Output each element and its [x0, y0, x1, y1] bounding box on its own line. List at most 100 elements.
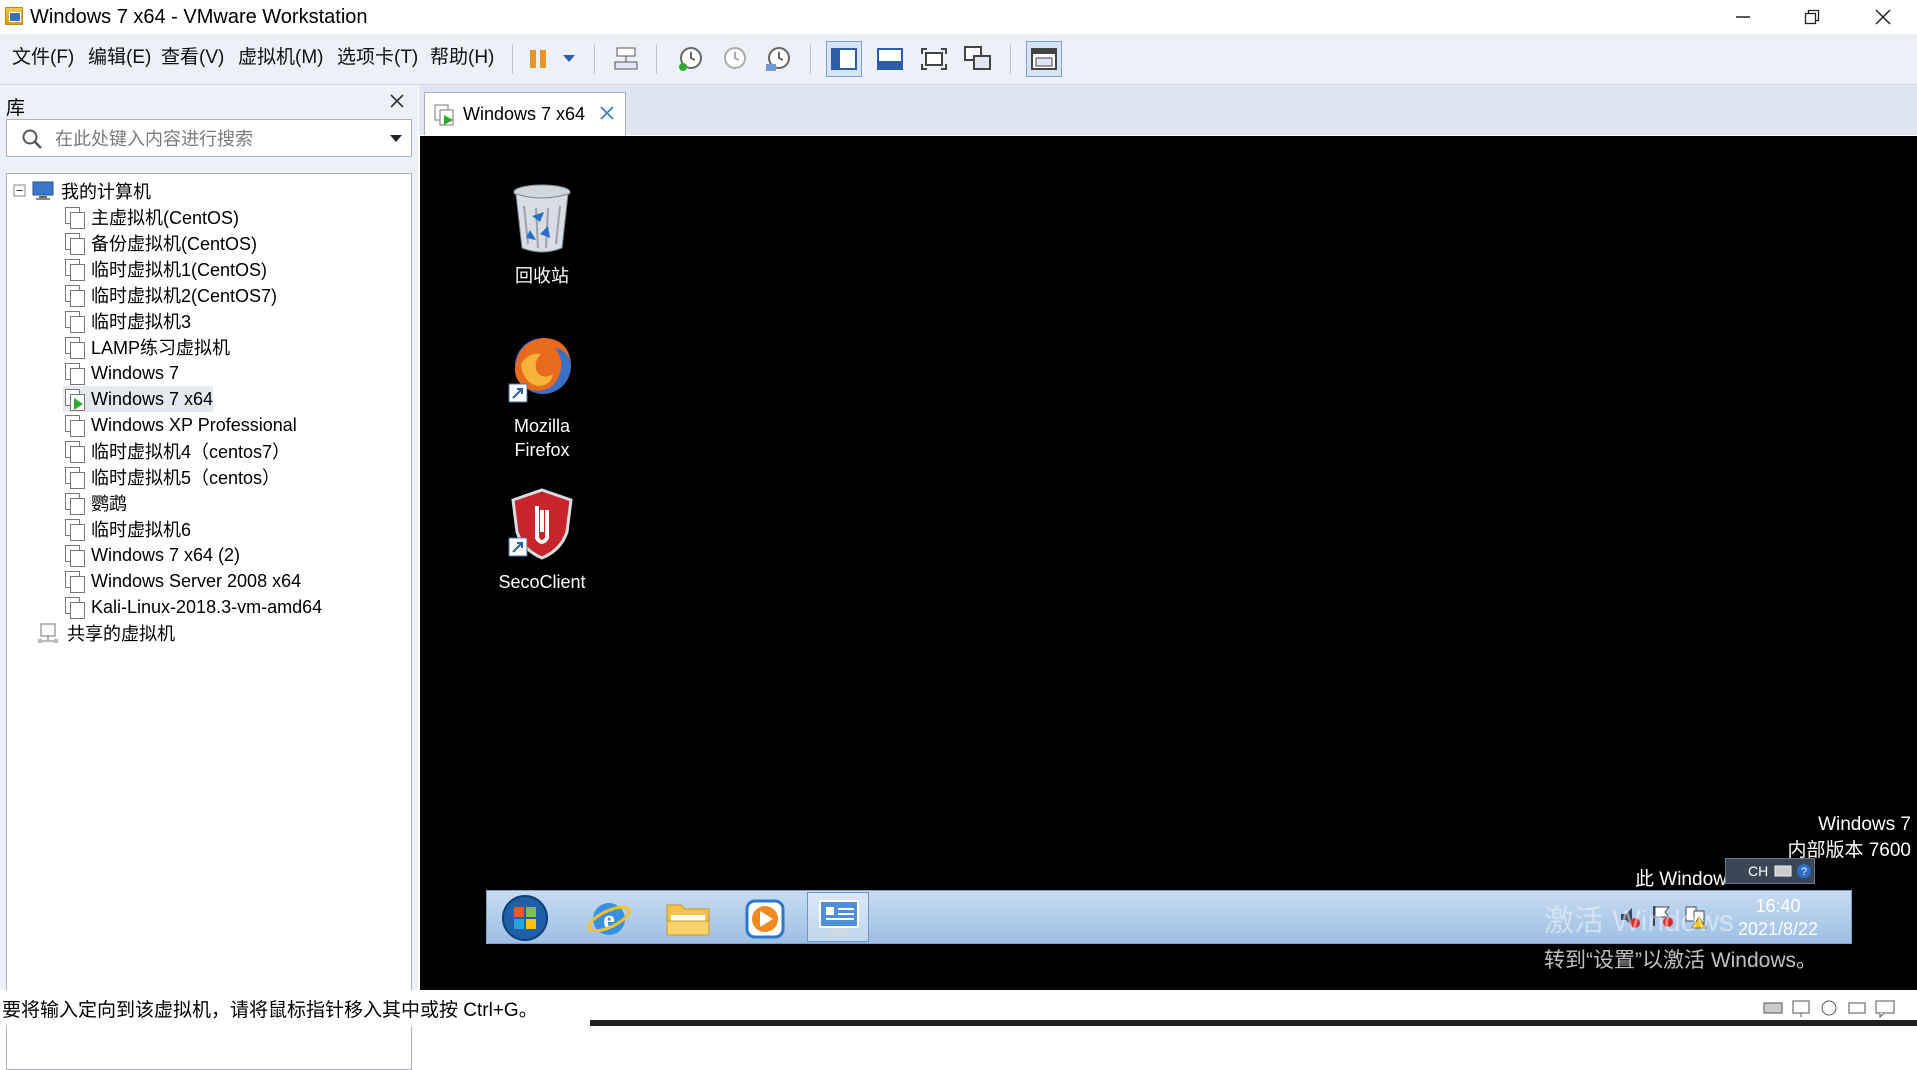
menu-view[interactable]: 查看(V): [161, 46, 224, 70]
menu-tabs[interactable]: 选项卡(T): [337, 46, 418, 70]
keyboard-icon: [1774, 865, 1792, 877]
tree-label: 临时虚拟机5（centos）: [91, 468, 281, 488]
recycle-bin-icon: [513, 184, 571, 253]
shared-vms-icon: [38, 623, 58, 643]
desktop-icon-secoclient[interactable]: SecoClient: [482, 488, 602, 594]
tree-node-shared-vms[interactable]: 共享的虚拟机: [37, 620, 175, 646]
tree-label: 临时虚拟机6: [91, 520, 192, 540]
show-library-button[interactable]: [826, 41, 862, 77]
internet-explorer-icon[interactable]: e: [585, 895, 633, 941]
taskbar-clock[interactable]: 16:40 2021/8/22: [1723, 895, 1833, 941]
tree-label: Windows XP Professional: [91, 414, 297, 435]
toolbar-separator: [1010, 44, 1011, 74]
tree-item-vm[interactable]: 临时虚拟机1(CentOS): [63, 256, 267, 282]
tree-item-vm-selected[interactable]: Windows 7 x64: [63, 386, 214, 412]
tree-item-vm[interactable]: Kali-Linux-2018.3-vm-amd64: [63, 594, 322, 620]
vm-icon: [63, 310, 85, 333]
tree-label: 主虚拟机(CentOS): [91, 208, 240, 228]
vm-icon: [63, 206, 85, 229]
restore-button[interactable]: [1783, 0, 1841, 34]
thumbnail-bar-button[interactable]: [874, 43, 906, 75]
tab-close-button[interactable]: [599, 99, 615, 127]
tree-item-vm[interactable]: 临时虚拟机2(CentOS7): [63, 282, 277, 308]
console-view-button[interactable]: [1026, 41, 1062, 77]
device-status-icons: [1762, 996, 1912, 1020]
snapshot-manager-icon: [766, 47, 790, 71]
tree-item-vm[interactable]: 备份虚拟机(CentOS): [63, 230, 257, 256]
activate-windows-hint: 转到“设置”以激活 Windows。: [1544, 949, 1818, 972]
usb-icon[interactable]: [1818, 998, 1840, 1018]
vm-icon: [63, 544, 85, 567]
tree-item-vm[interactable]: 临时虚拟机3: [63, 308, 191, 334]
toolbar-separator: [594, 44, 595, 74]
tree-label: 我的计算机: [61, 182, 151, 202]
media-player-icon[interactable]: [741, 895, 789, 941]
tree-label: 鹦鹉: [91, 494, 127, 514]
tree-item-vm[interactable]: 临时虚拟机5（centos）: [63, 464, 280, 490]
vm-icon: [63, 440, 85, 463]
tree-label: LAMP练习虚拟机: [91, 338, 231, 358]
tree-item-vm[interactable]: 临时虚拟机6: [63, 516, 191, 542]
desktop-icon-recycle-bin[interactable]: 回收站: [482, 180, 602, 288]
message-icon[interactable]: [1874, 998, 1896, 1018]
hard-disk-icon[interactable]: [1762, 998, 1784, 1018]
vmware-logo-icon: [5, 7, 23, 25]
pause-icon: [530, 50, 546, 68]
snapshot-revert-button[interactable]: [718, 43, 750, 75]
snapshot-manager-button[interactable]: [762, 43, 794, 75]
toolbar-separator: [810, 44, 811, 74]
vm-console-screen[interactable]: 回收站 Mozilla Firefox SecoClient Windows 7…: [420, 136, 1917, 990]
close-button[interactable]: [1854, 0, 1912, 34]
unity-button[interactable]: [962, 43, 994, 75]
library-search-input[interactable]: [53, 120, 377, 158]
tree-item-vm[interactable]: 鹦鹉: [63, 490, 127, 516]
sound-card-icon[interactable]: [1846, 998, 1868, 1018]
collapse-icon[interactable]: [13, 184, 27, 198]
close-icon: [1875, 9, 1891, 25]
pause-button[interactable]: [522, 43, 554, 75]
tree-node-my-computer[interactable]: 我的计算机: [13, 178, 151, 204]
send-ctrl-alt-del-button[interactable]: [610, 43, 642, 75]
tree-item-vm[interactable]: Windows Server 2008 x64: [63, 568, 301, 594]
vm-icon: [63, 362, 85, 385]
desktop-icon-firefox[interactable]: Mozilla Firefox: [482, 334, 602, 462]
tree-item-vm[interactable]: LAMP练习虚拟机: [63, 334, 230, 360]
vm-icon: [63, 492, 85, 515]
title-bar: Windows 7 x64 - VMware Workstation: [0, 0, 1917, 34]
tab-windows7x64[interactable]: Windows 7 x64: [424, 92, 626, 135]
power-dropdown-button[interactable]: [554, 43, 584, 75]
vm-running-icon: [434, 104, 454, 126]
library-close-button[interactable]: [390, 91, 404, 114]
close-icon: [390, 94, 404, 108]
start-orb-icon[interactable]: [499, 893, 551, 943]
vm-icon: [63, 414, 85, 437]
menu-help[interactable]: 帮助(H): [430, 46, 494, 70]
menu-vm[interactable]: 虚拟机(M): [238, 46, 323, 70]
full-screen-button[interactable]: [918, 43, 950, 75]
network-adapter-icon[interactable]: [1790, 998, 1812, 1018]
windows-version-watermark: Windows 7 内部版本 7600: [1787, 812, 1911, 864]
tree-item-vm[interactable]: 临时虚拟机4（centos7）: [63, 438, 290, 464]
computer-icon: [32, 181, 54, 200]
tree-item-vm[interactable]: Windows 7 x64 (2): [63, 542, 240, 568]
tab-label: Windows 7 x64: [463, 104, 586, 124]
remote-desktop-icon: [819, 900, 859, 936]
status-text: 要将输入定向到该虚拟机，请将鼠标指针移入其中或按 Ctrl+G。: [2, 1000, 538, 1021]
file-explorer-icon[interactable]: [663, 895, 713, 941]
tree-label: Windows 7 x64 (2): [91, 544, 241, 565]
restore-icon: [1804, 9, 1820, 25]
language-bar[interactable]: CH ?: [1725, 858, 1815, 884]
vm-icon: [63, 570, 85, 593]
menu-edit[interactable]: 编辑(E): [88, 46, 151, 70]
clock-date: 2021/8/22: [1737, 919, 1819, 939]
tree-item-vm[interactable]: 主虚拟机(CentOS): [63, 204, 239, 230]
tree-item-vm[interactable]: Windows 7: [63, 360, 179, 386]
snapshot-clock-icon: [679, 47, 702, 71]
taskbar-active-app[interactable]: [807, 892, 869, 942]
tree-item-vm[interactable]: Windows XP Professional: [63, 412, 297, 438]
minimize-button[interactable]: [1714, 0, 1772, 34]
chevron-down-icon[interactable]: [389, 134, 403, 144]
snapshot-take-button[interactable]: [674, 43, 706, 75]
menu-file[interactable]: 文件(F): [12, 46, 74, 70]
tree-label: Kali-Linux-2018.3-vm-amd64: [91, 596, 323, 617]
